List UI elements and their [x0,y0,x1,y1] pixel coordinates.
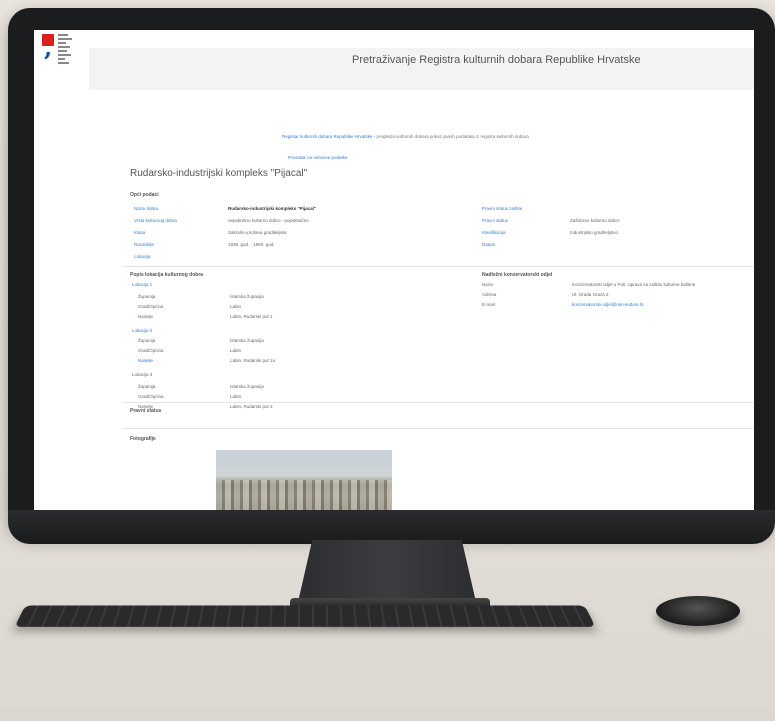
location-row-label: Grad/Općina [138,304,164,309]
info-label: Naziv [482,282,494,287]
divider [122,266,754,267]
location-row-value: Istarska županija [230,294,264,299]
browser-screen: ’ Pretraživanje Registra kulturnih dobar… [34,30,754,510]
info-label: E-mail [482,302,495,307]
logo-text-lines [58,34,78,84]
location-row-value: Labin [230,348,242,353]
ministry-logo[interactable]: ’ [42,34,78,86]
divider [122,428,754,429]
info-value: Ul. Grada Graza 2 [572,292,609,297]
location-row-value: Labin [230,394,242,399]
info-value: Konzervatorski odjel u Puli, Uprava za z… [572,282,696,287]
object-name-value: Rudarsko-industrijski kompleks "Pijacal" [228,206,317,211]
section-locations: Popis lokacija kulturnog dobra [130,272,204,278]
basic-label: Vrsta kulturnog dobra [134,218,177,223]
location-row-label: Županija [138,294,156,299]
basic-right-value: Industrijsko graditeljstvo [570,230,619,235]
mouse [656,596,740,626]
basic-right-label: Datum [482,242,496,247]
location-row-label: Grad/Općina [138,394,164,399]
monitor-stand [298,540,476,602]
registry-notice-text: - pregledni kulturnih dobara prikaz javn… [372,134,529,139]
heritage-photo[interactable] [216,450,392,510]
location-heading[interactable]: Lokacija 1 [132,282,152,287]
back-link[interactable]: Povratak na osnovne podatke [288,155,348,160]
section-protection: Pravni status [130,408,162,414]
basic-value: 1836. god. - 1960. god. [228,242,275,247]
location-row-value: Istarska županija [230,338,264,343]
site-title: Pretraživanje Registra kulturnih dobara … [352,54,641,66]
registry-notice: Registar kulturnih dobara Republike Hrva… [282,134,529,139]
location-row-value: Labin [230,304,242,309]
location-row-value: Labin, Rudarski put 3 [230,404,273,409]
location-row-label: Naselje [138,358,154,363]
logo-comma-icon: ’ [43,48,53,78]
basic-right-label: Pravni status [482,218,509,223]
basic-value: nepokretno kulturno dobro - pojedinačno [228,218,309,223]
basic-label: Razdoblje [134,242,155,247]
basic-label: Klasa [134,230,146,235]
section-basic: Opći podaci [130,192,159,198]
location-row-label: Grad/Općina [138,348,164,353]
basic-right-label: Klasifikacija [482,230,506,235]
photo-town-roofs [216,480,392,510]
section-photos: Fotografije [130,436,156,442]
location-row-label: Županija [138,338,156,343]
info-label: Adresa [482,292,497,297]
location-row-label: Naselje [138,314,154,319]
location-row-value: Istarska županija [230,384,264,389]
divider [122,402,754,403]
location-row-value: Labin, Rudarski put 1a [230,358,276,363]
email-link[interactable]: konzervatorski.odjel@min-kulture.hr [572,302,644,307]
basic-right-value: Zaštićeno kulturno dobro [570,218,620,223]
basic-label: Naziv dobra [134,206,159,211]
location-link[interactable]: Lokacija [134,254,151,259]
location-row-value: Labin, Rudarski put 1 [230,314,273,319]
location-row-label: Županija [138,384,156,389]
section-info-center: Nadležni konzervatorski odjel [482,272,553,278]
logo-red-square [42,34,54,46]
site-header: ’ Pretraživanje Registra kulturnih dobar… [34,30,754,100]
location-heading[interactable]: Lokacija 3 [132,372,152,377]
page-title: Rudarsko-industrijski kompleks "Pijacal" [130,168,308,179]
keyboard [14,605,596,627]
basic-value: Sakralno-profana graditeljska [228,230,287,235]
basic-right-label: Pravni status zaštite [482,206,523,211]
registry-link[interactable]: Registar kulturnih dobara Republike Hrva… [282,134,373,139]
monitor-chin [8,510,775,544]
location-heading[interactable]: Lokacija 2 [132,328,152,333]
